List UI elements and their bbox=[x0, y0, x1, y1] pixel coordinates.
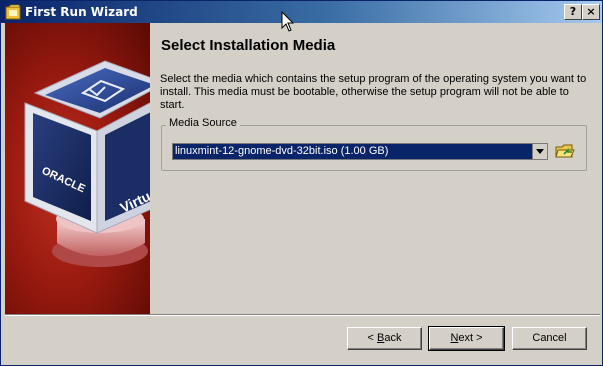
page-description: Select the media which contains the setu… bbox=[160, 73, 587, 111]
open-folder-icon[interactable] bbox=[555, 142, 575, 160]
media-source-combobox[interactable]: linuxmint-12-gnome-dvd-32bit.iso (1.00 G… bbox=[172, 143, 548, 160]
wizard-window: First Run Wizard ? × ORACLE Virtu Select… bbox=[0, 0, 603, 366]
media-source-selected-value: linuxmint-12-gnome-dvd-32bit.iso (1.00 G… bbox=[175, 145, 389, 157]
mouse-cursor-icon bbox=[281, 11, 295, 32]
side-banner-image: ORACLE Virtu bbox=[5, 23, 150, 314]
dropdown-arrow-icon[interactable] bbox=[532, 144, 547, 159]
back-button-prefix: < bbox=[367, 332, 377, 344]
window-title: First Run Wizard bbox=[25, 5, 138, 19]
next-button[interactable]: Next > bbox=[428, 326, 505, 351]
media-source-legend: Media Source bbox=[166, 117, 240, 129]
button-separator bbox=[5, 314, 600, 316]
back-button[interactable]: < Back bbox=[347, 327, 422, 350]
cancel-button[interactable]: Cancel bbox=[512, 327, 587, 350]
page-title: Select Installation Media bbox=[161, 37, 336, 54]
help-icon[interactable]: ? bbox=[564, 4, 582, 20]
next-button-label: ext > bbox=[458, 332, 483, 344]
app-icon bbox=[5, 4, 21, 20]
close-icon[interactable]: × bbox=[582, 4, 600, 20]
title-bar[interactable]: First Run Wizard ? × bbox=[1, 1, 602, 23]
virtualbox-cube-icon: ORACLE Virtu bbox=[24, 60, 150, 267]
back-button-label: ack bbox=[384, 332, 402, 344]
